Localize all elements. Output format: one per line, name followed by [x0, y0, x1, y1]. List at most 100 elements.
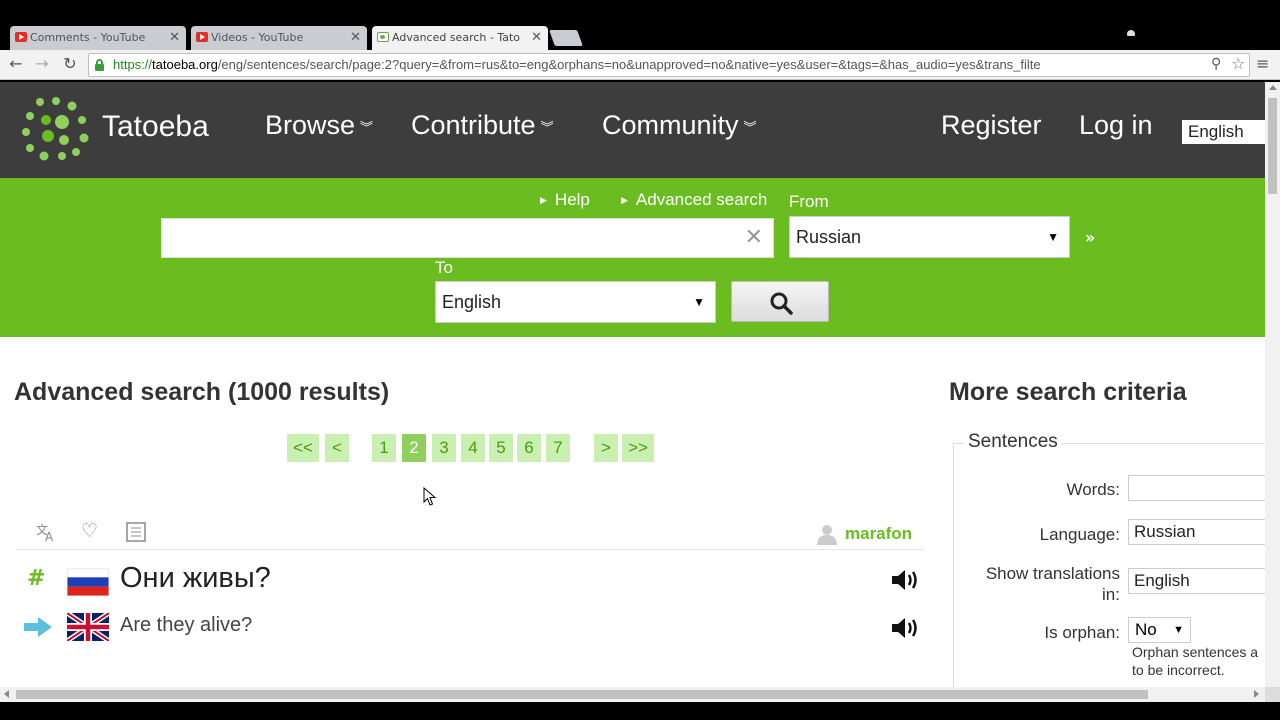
translate-icon[interactable]: 文A	[36, 522, 58, 547]
new-tab-button[interactable]	[549, 30, 583, 46]
fieldset-legend: Sentences	[964, 431, 1062, 453]
site-logo-text[interactable]: Tatoeba	[102, 110, 209, 144]
audio-speaker-icon[interactable]	[890, 568, 920, 592]
pager-page-2[interactable]: 2	[402, 434, 426, 462]
profile-icon[interactable]	[1127, 30, 1135, 36]
favorite-heart-icon[interactable]: ♡	[81, 520, 98, 542]
orphan-label: Is orphan:	[1044, 623, 1120, 642]
url-text[interactable]: https://tatoeba.org/eng/sentences/search…	[113, 54, 1207, 76]
youtube-icon	[196, 32, 208, 42]
pager-page-7[interactable]: 7	[546, 434, 570, 462]
to-language-select[interactable]: English ▼	[435, 281, 716, 323]
words-label: Words:	[1066, 480, 1120, 499]
interface-language-select[interactable]: English	[1182, 120, 1265, 144]
bookmark-star-icon[interactable]: ☆	[1231, 54, 1245, 73]
sentence-link-hash-icon[interactable]: #	[27, 566, 45, 591]
tatoeba-icon	[377, 32, 389, 42]
tatoeba-logo-icon[interactable]	[22, 96, 90, 162]
forward-icon[interactable]: →	[32, 54, 52, 74]
close-tab-icon[interactable]: ✕	[531, 26, 542, 50]
language-select[interactable]: Russian	[1128, 519, 1265, 545]
advanced-search-label: Advanced search	[635, 190, 768, 209]
clear-icon[interactable]: ✕	[745, 225, 763, 250]
pager-page-4[interactable]: 4	[461, 434, 485, 462]
swap-languages-button[interactable]: »	[1085, 228, 1095, 247]
results-title: Advanced search (1000 results)	[14, 378, 390, 406]
orphan-select[interactable]: No ▼	[1128, 617, 1191, 643]
from-language-select[interactable]: Russian ▼	[789, 216, 1070, 258]
orphan-value: No	[1135, 620, 1157, 639]
dropdown-arrow-icon: ▼	[693, 295, 705, 309]
scrollbar-thumb[interactable]	[16, 690, 1148, 699]
from-language-value: Russian	[796, 227, 862, 247]
tab-strip: Comments - YouTube ✕ Videos - YouTube ✕ …	[0, 0, 1280, 50]
scroll-right-icon[interactable]	[1254, 690, 1259, 698]
scrollbar-corner	[1265, 687, 1280, 702]
nav-community[interactable]: Community ︾	[602, 110, 757, 141]
zoom-icon[interactable]: ⚲	[1211, 56, 1221, 72]
pager-next[interactable]: >	[594, 434, 618, 462]
search-bar: ▶ Help ▶ Advanced search From ✕ Russian ▼ …	[0, 178, 1265, 337]
arrow-right-icon[interactable]	[24, 617, 54, 637]
horizontal-scrollbar[interactable]	[0, 687, 1265, 702]
nav-contribute[interactable]: Contribute ︾	[411, 110, 554, 141]
sentence-owner-link[interactable]: marafon	[845, 524, 912, 544]
browser-menu-icon[interactable]: ≡	[1256, 55, 1269, 73]
help-link[interactable]: ▶ Help	[540, 190, 590, 210]
scroll-left-icon[interactable]	[4, 690, 9, 698]
site-header: Tatoeba Browse ︾ Contribute ︾ Community ︾ R…	[0, 82, 1265, 178]
pager-page-3[interactable]: 3	[432, 434, 456, 462]
pager-last[interactable]: >>	[622, 434, 654, 462]
tab-comments-youtube[interactable]: Comments - YouTube ✕	[10, 26, 186, 50]
browser-window: Comments - YouTube ✕ Videos - YouTube ✕ …	[0, 0, 1280, 720]
chevron-down-icon: ︾	[540, 120, 554, 136]
tab-advanced-search[interactable]: Advanced search - Tatoeba ✕	[372, 26, 548, 50]
chevron-down-icon: ︾	[360, 120, 374, 136]
url-path: /eng/sentences/search/page:2?query=&from…	[217, 57, 1041, 72]
audio-speaker-icon[interactable]	[890, 616, 920, 640]
user-avatar-icon	[817, 525, 837, 545]
triangle-right-icon: ▶	[621, 195, 628, 206]
close-tab-icon[interactable]: ✕	[350, 26, 361, 50]
search-button[interactable]	[731, 281, 829, 322]
pager-first[interactable]: <<	[287, 434, 319, 462]
sentence-actions: 文A ♡ marafon	[16, 517, 924, 550]
pager-page-1[interactable]: 1	[372, 434, 396, 462]
add-to-list-icon[interactable]	[126, 522, 146, 547]
url-protocol: https://	[113, 57, 153, 72]
show-translations-label-line1: Show translations	[985, 564, 1120, 583]
sentence-text[interactable]: Они живы?	[120, 562, 271, 595]
svg-text:A: A	[45, 530, 54, 542]
tab-title: Videos - YouTube	[211, 31, 304, 44]
tab-videos-youtube[interactable]: Videos - YouTube ✕	[191, 26, 367, 50]
search-input[interactable]: ✕	[161, 218, 774, 258]
tab-title: Advanced search - Tatoeba	[392, 31, 520, 44]
translation-text[interactable]: Are they alive?	[120, 614, 252, 637]
login-link[interactable]: Log in	[1079, 110, 1153, 141]
help-label: Help	[554, 190, 590, 209]
close-tab-icon[interactable]: ✕	[169, 26, 180, 50]
triangle-right-icon: ▶	[540, 195, 547, 206]
advanced-search-link[interactable]: ▶ Advanced search	[621, 190, 767, 210]
vertical-scrollbar[interactable]	[1265, 82, 1280, 687]
address-bar[interactable]: https://tatoeba.org/eng/sentences/search…	[88, 53, 1250, 77]
show-translations-select[interactable]: English	[1128, 568, 1265, 594]
back-icon[interactable]: ←	[6, 54, 26, 74]
words-input[interactable]	[1128, 475, 1265, 501]
main-sentence-row: # Они живы?	[16, 560, 924, 600]
reload-icon[interactable]: ↻	[60, 54, 80, 74]
browser-toolbar: ← → ↻ https://tatoeba.org/eng/sentences/…	[0, 50, 1280, 80]
pager-page-6[interactable]: 6	[517, 434, 541, 462]
page-viewport: Tatoeba Browse ︾ Contribute ︾ Community ︾ R…	[0, 82, 1265, 687]
pager-prev[interactable]: <	[325, 434, 349, 462]
tab-title: Comments - YouTube	[30, 31, 146, 44]
nav-browse[interactable]: Browse ︾	[265, 110, 373, 141]
search-icon	[770, 292, 793, 315]
scrollbar-thumb[interactable]	[1268, 98, 1277, 194]
pager-page-5[interactable]: 5	[489, 434, 513, 462]
scroll-up-icon[interactable]	[1269, 85, 1277, 90]
from-label: From	[789, 192, 829, 211]
register-link[interactable]: Register	[941, 110, 1042, 141]
dropdown-arrow-icon: ▼	[1047, 230, 1059, 244]
to-language-value: English	[442, 292, 502, 312]
